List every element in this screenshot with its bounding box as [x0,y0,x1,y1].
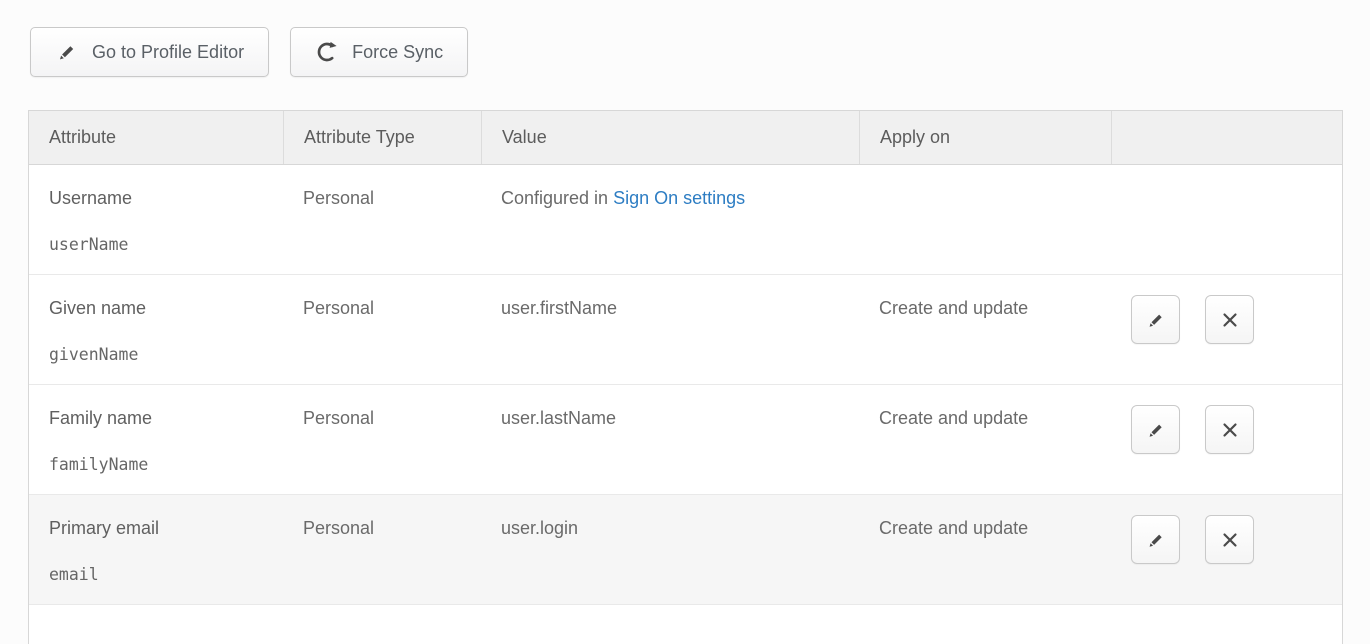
pencil-icon [1145,529,1167,551]
column-header-value: Value [481,111,859,164]
table-row-given-name: Given name givenName Personal user.first… [29,275,1342,385]
apply-on-cell: Create and update [859,495,1111,604]
column-header-apply-on: Apply on [859,111,1111,164]
attribute-type-cell: Personal [283,385,481,494]
table-row-partial [29,605,1342,644]
refresh-icon [315,40,339,64]
table-row-username: Username userName Personal Configured in… [29,165,1342,275]
attribute-cell: Username userName [29,165,283,274]
attribute-type-cell: Personal [283,275,481,384]
column-header-actions [1111,111,1342,164]
apply-on-cell [859,165,1111,274]
table-row-family-name: Family name familyName Personal user.las… [29,385,1342,495]
pencil-icon [1145,419,1167,441]
edit-attribute-button[interactable] [1131,295,1180,344]
attribute-variable-name: email [49,564,263,586]
apply-on-cell: Create and update [859,385,1111,494]
attribute-type-cell: Personal [283,165,481,274]
x-icon [1219,419,1241,441]
x-icon [1219,529,1241,551]
attribute-variable-name: familyName [49,454,263,476]
sign-on-settings-link[interactable]: Sign On settings [613,188,745,208]
force-sync-label: Force Sync [352,42,443,63]
attribute-type-cell: Personal [283,495,481,604]
attribute-cell: Primary email email [29,495,283,604]
value-cell: Configured in Sign On settings [481,165,859,274]
actions-cell [1111,385,1342,494]
value-cell: user.lastName [481,385,859,494]
x-icon [1219,309,1241,331]
value-cell: user.firstName [481,275,859,384]
column-header-attribute: Attribute [29,111,283,164]
go-to-profile-editor-label: Go to Profile Editor [92,42,244,63]
attribute-mappings-table: Attribute Attribute Type Value Apply on … [28,110,1343,644]
delete-attribute-button[interactable] [1205,405,1254,454]
toolbar: Go to Profile Editor Force Sync [30,27,468,77]
column-header-attribute-type: Attribute Type [283,111,481,164]
actions-cell [1111,275,1342,384]
go-to-profile-editor-button[interactable]: Go to Profile Editor [30,27,269,77]
table-row-primary-email: Primary email email Personal user.login … [29,495,1342,605]
force-sync-button[interactable]: Force Sync [290,27,468,77]
delete-attribute-button[interactable] [1205,515,1254,564]
value-cell: user.login [481,495,859,604]
attribute-label: Username [49,187,263,209]
pencil-icon [1145,309,1167,331]
value-text: Configured in [501,188,613,208]
attribute-label: Family name [49,407,263,429]
attribute-label: Given name [49,297,263,319]
attribute-cell: Given name givenName [29,275,283,384]
actions-cell [1111,165,1342,274]
apply-on-cell: Create and update [859,275,1111,384]
edit-attribute-button[interactable] [1131,515,1180,564]
actions-cell [1111,495,1342,604]
attribute-cell: Family name familyName [29,385,283,494]
attribute-label: Primary email [49,517,263,539]
edit-attribute-button[interactable] [1131,405,1180,454]
attribute-variable-name: userName [49,234,263,256]
pencil-icon [55,40,79,64]
attribute-variable-name: givenName [49,344,263,366]
delete-attribute-button[interactable] [1205,295,1254,344]
table-header: Attribute Attribute Type Value Apply on [29,111,1342,165]
